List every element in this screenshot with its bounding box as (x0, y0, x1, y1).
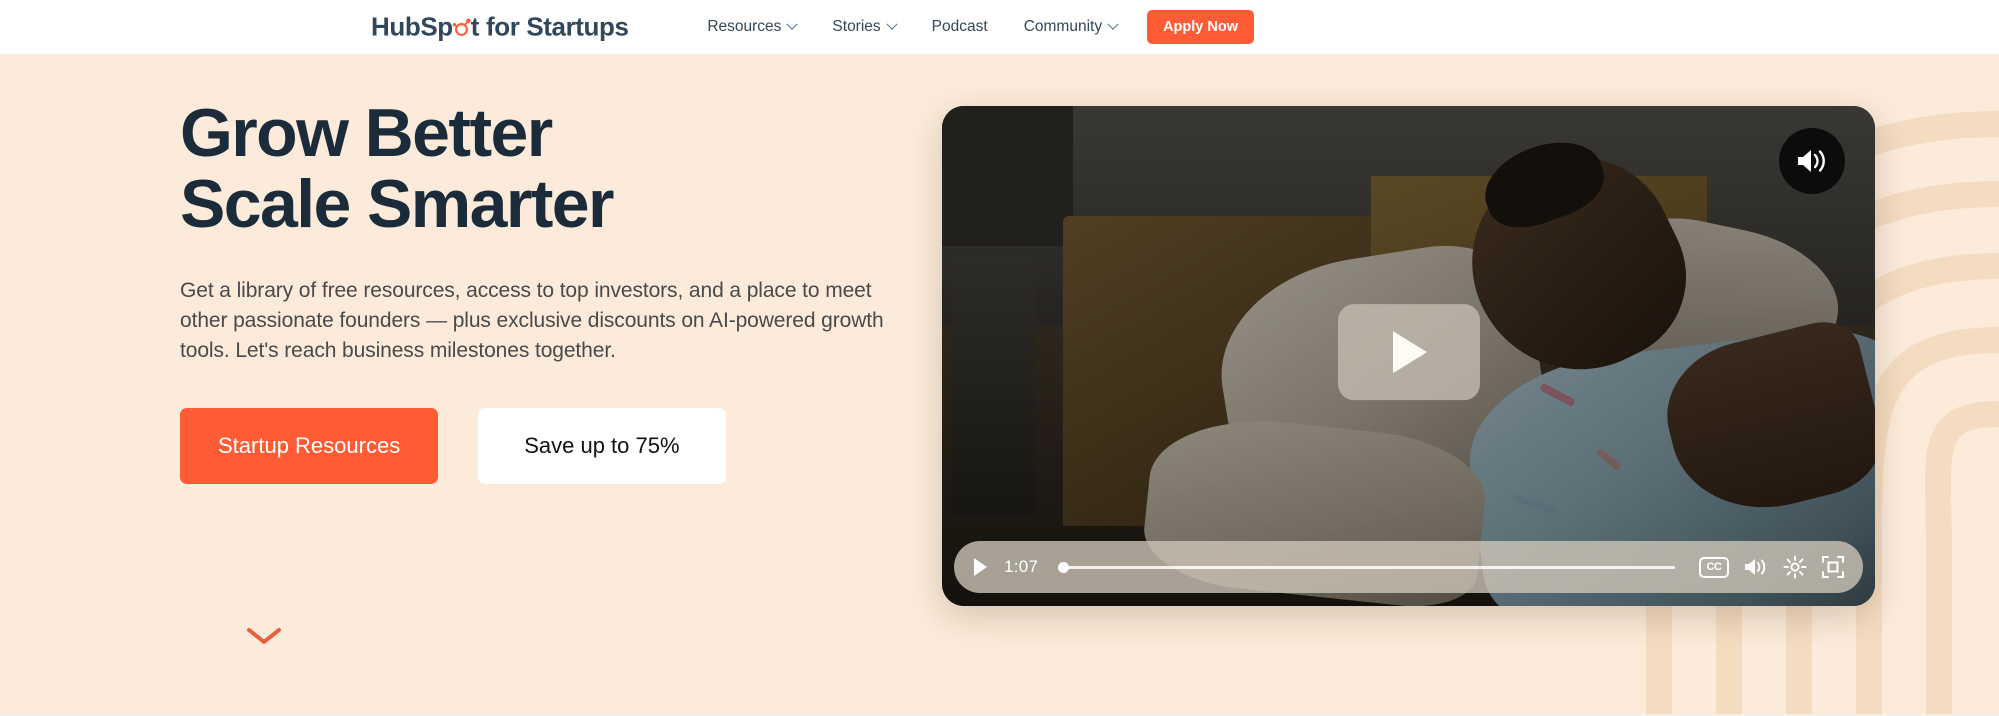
fullscreen-icon (1822, 556, 1844, 578)
video-volume-button[interactable] (1743, 556, 1769, 578)
volume-on-icon (1798, 150, 1825, 172)
hero-cta-row: Startup Resources Save up to 75% (180, 407, 920, 484)
sprocket-o-icon (452, 14, 472, 36)
chevron-down-icon[interactable] (246, 626, 282, 646)
video-play-button[interactable] (1337, 304, 1480, 401)
hero-section: Grow Better Scale Smarter Get a library … (0, 54, 1999, 716)
nav-item-stories[interactable]: Stories (832, 18, 898, 36)
chevron-down-icon (886, 18, 898, 30)
video-progress-scrubber[interactable] (1058, 560, 1675, 574)
play-icon (974, 558, 987, 576)
scrubber-track (1058, 565, 1675, 569)
nav-item-resources[interactable]: Resources (707, 18, 799, 36)
logo-text-hubsp: HubSp (371, 11, 453, 42)
primary-navigation: Resources Stories Podcast Community Appl… (707, 0, 1999, 54)
video-time-display: 1:07 (1004, 557, 1039, 576)
hero-subtext: Get a library of free resources, access … (180, 279, 884, 363)
gear-icon (1783, 555, 1807, 579)
scrubber-handle[interactable] (1058, 561, 1070, 573)
closed-captions-button[interactable]: CC (1699, 556, 1729, 578)
apply-now-button[interactable]: Apply Now (1147, 10, 1254, 44)
unmute-button[interactable] (1779, 128, 1845, 194)
chevron-down-icon (786, 18, 799, 30)
nav-label-podcast: Podcast (931, 18, 988, 35)
logo-text-for-startups: for Startups (486, 11, 629, 42)
cc-icon: CC (1699, 556, 1729, 578)
video-settings-button[interactable] (1783, 555, 1807, 579)
site-header: HubSp t for Startups Resources Stories P… (0, 0, 1999, 54)
nav-label-resources: Resources (707, 18, 782, 35)
save-up-to-75-button[interactable]: Save up to 75% (478, 407, 726, 484)
logo-text-t: t (470, 11, 480, 42)
page-title: Grow Better Scale Smarter (180, 95, 614, 242)
video-fullscreen-button[interactable] (1821, 555, 1845, 579)
hero-content: Grow Better Scale Smarter Get a library … (180, 98, 920, 484)
volume-on-icon (1745, 559, 1766, 575)
nav-item-community[interactable]: Community (1023, 18, 1119, 36)
play-icon (1392, 331, 1427, 374)
hubspot-for-startups-logo[interactable]: HubSp t for Startups (371, 12, 629, 43)
nav-label-community: Community (1023, 18, 1103, 35)
control-play-button[interactable] (972, 557, 988, 577)
chevron-down-icon (1107, 18, 1119, 30)
video-controls-bar: 1:07 CC (954, 541, 1863, 593)
hero-video-player[interactable]: 1:07 CC (942, 106, 1875, 606)
nav-label-stories: Stories (832, 18, 881, 35)
startup-resources-button[interactable]: Startup Resources (180, 407, 439, 484)
nav-item-podcast[interactable]: Podcast (932, 18, 988, 36)
